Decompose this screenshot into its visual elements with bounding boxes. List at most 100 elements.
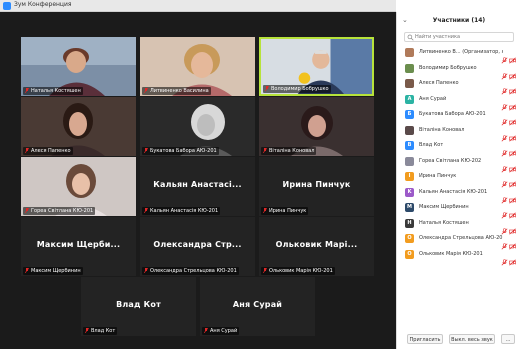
participant-row[interactable]: Віталіна Коновал (401, 124, 519, 142)
mic-muted-icon (263, 148, 267, 153)
participant-row[interactable]: O Олександра Стрельцова АЮ-201 (401, 232, 519, 250)
video-off-icon[interactable] (509, 204, 516, 219)
participant-name: Алеся Папенко (419, 80, 459, 86)
video-off-icon[interactable] (509, 158, 516, 173)
invite-button[interactable]: Пригласить (407, 334, 443, 344)
participant-row[interactable]: I Ирина Пинчук (401, 170, 519, 188)
video-off-icon[interactable] (509, 80, 516, 95)
search-input[interactable] (415, 33, 511, 41)
video-tile[interactable]: Литвиненко Василина (140, 37, 255, 96)
video-off-icon[interactable] (509, 111, 516, 126)
participant-name-label: Максим Щербинин (23, 267, 83, 275)
mic-muted-icon (25, 88, 29, 93)
video-tile-active-speaker[interactable]: Володимир Бобрушко (259, 37, 374, 96)
mic-muted-icon (25, 148, 29, 153)
mic-muted-icon[interactable] (501, 142, 508, 157)
mic-muted-icon[interactable] (501, 127, 508, 142)
more-options-button[interactable]: ... (501, 334, 515, 344)
participant-row[interactable]: H Наталья Костяшен (401, 217, 519, 235)
video-tile-off[interactable]: Ирина Пинчук Ирина Пинчук (259, 157, 374, 216)
participant-row[interactable]: B Влад Кот (401, 139, 519, 157)
video-tile[interactable]: Алеся Папенко (21, 97, 136, 156)
avatar: A (405, 94, 414, 104)
participant-row[interactable]: Б Букатова Бабора АЮ-201 (401, 108, 519, 126)
participant-row[interactable]: M Максим Щербинин (401, 201, 519, 219)
mic-muted-icon[interactable] (501, 80, 508, 95)
participant-row[interactable]: O Ольковик Марія КЮ-201 (401, 248, 519, 266)
participant-name-label: Литвиненко Василина (142, 87, 211, 95)
video-tile-off[interactable]: Максим Щерби... Максим Щербинин (21, 217, 136, 276)
participant-row[interactable]: A Аня Сурай (401, 93, 519, 111)
avatar: O (405, 249, 414, 259)
mic-muted-icon[interactable] (501, 65, 508, 80)
video-off-icon[interactable] (509, 251, 516, 266)
video-tile-off[interactable]: Олександра Стр... Олександра Стрельцова … (140, 217, 255, 276)
mic-muted-icon (144, 88, 148, 93)
video-tile-off[interactable]: Ольковик Марі... Ольковик Марія КЮ-201 (259, 217, 374, 276)
avatar (405, 79, 414, 88)
participant-center-name: Аня Сурай (232, 300, 283, 309)
participant-name-label: Ирина Пинчук (261, 207, 309, 215)
mic-muted-icon[interactable] (501, 49, 508, 64)
video-off-icon[interactable] (509, 173, 516, 188)
video-tile-off[interactable]: Влад Кот Влад Кот (81, 277, 196, 336)
window-title: Зум Конференция (14, 1, 72, 8)
mic-muted-icon[interactable] (501, 189, 508, 204)
avatar: H (405, 218, 414, 228)
participant-name-label: Ольковик Марія КЮ-201 (261, 267, 335, 275)
participant-name-label: Гореа Світлана КЮ-201 (23, 207, 96, 215)
participant-name-label: Букатова Бабора АЮ-201 (142, 147, 219, 155)
mic-muted-icon (204, 328, 208, 333)
video-tile-off[interactable]: Аня Сурай Аня Сурай (200, 277, 315, 336)
participant-row[interactable]: Алеся Папенко (401, 77, 519, 95)
video-off-icon[interactable] (509, 189, 516, 204)
mic-muted-icon[interactable] (501, 251, 508, 266)
search-icon (407, 34, 414, 41)
participant-name-label: Олександра Стрельцова КЮ-201 (142, 267, 239, 275)
participant-row[interactable]: Володимир Бобрушко (401, 62, 519, 80)
video-tile[interactable]: Наталья Костяшен (21, 37, 136, 96)
participant-name: Ольковик Марія КЮ-201 (419, 250, 483, 257)
avatar: Б (405, 110, 414, 119)
participant-row[interactable]: Литвиненко В... (Организатор, я) (401, 46, 519, 64)
participant-row[interactable]: K Кальян Анастасія КЮ-201 (401, 186, 519, 204)
participants-header: ⌄ Участники (14) (397, 15, 521, 27)
mic-muted-icon (144, 148, 148, 153)
participant-name: Наталья Костяшен (419, 219, 469, 226)
mic-muted-icon[interactable] (501, 96, 508, 111)
participant-name: Аня Сурай (419, 95, 447, 102)
participant-center-name: Максим Щерби... (36, 240, 121, 249)
video-off-icon[interactable] (509, 127, 516, 142)
zoom-app-icon (3, 2, 11, 10)
video-tile[interactable]: Гореа Світлана КЮ-201 (21, 157, 136, 216)
participant-name: Максим Щербинин (419, 204, 469, 210)
mic-muted-icon[interactable] (501, 220, 508, 235)
participants-title: Участники (14) (432, 17, 486, 24)
mic-muted-icon[interactable] (501, 204, 508, 219)
mute-all-button[interactable]: Выкл. весь звук (449, 334, 495, 344)
mic-muted-icon[interactable] (501, 111, 508, 126)
video-off-icon[interactable] (509, 220, 516, 235)
participant-row[interactable]: Гореа Світлана КЮ-202 (401, 155, 519, 173)
mic-muted-icon[interactable] (501, 235, 508, 250)
video-off-icon[interactable] (509, 49, 516, 64)
mic-muted-icon (144, 208, 148, 213)
mic-muted-icon[interactable] (501, 173, 508, 188)
video-off-icon[interactable] (509, 142, 516, 157)
participant-name: Олександра Стрельцова АЮ-201 (419, 235, 503, 241)
participant-name-label: Кальян Анастасія КЮ-201 (142, 207, 221, 215)
video-off-icon[interactable] (509, 65, 516, 80)
participant-name: Ирина Пинчук (419, 173, 457, 179)
mic-muted-icon[interactable] (501, 158, 508, 173)
participant-center-name: Олександра Стр... (153, 240, 242, 249)
video-off-icon[interactable] (509, 96, 516, 111)
mic-muted-icon (25, 208, 29, 213)
participants-panel: ⌄ Участники (14) Литвиненко В... (Органи… (396, 12, 521, 349)
video-off-icon[interactable] (509, 235, 516, 250)
participant-search[interactable] (404, 32, 514, 42)
video-tile-off[interactable]: Кальян Анастасі... Кальян Анастасія КЮ-2… (140, 157, 255, 216)
video-tile[interactable]: Віталіна Коновал (259, 97, 374, 156)
video-tile[interactable]: Букатова Бабора АЮ-201 (140, 97, 255, 156)
mic-muted-icon (263, 268, 267, 273)
mic-muted-icon (263, 208, 267, 213)
